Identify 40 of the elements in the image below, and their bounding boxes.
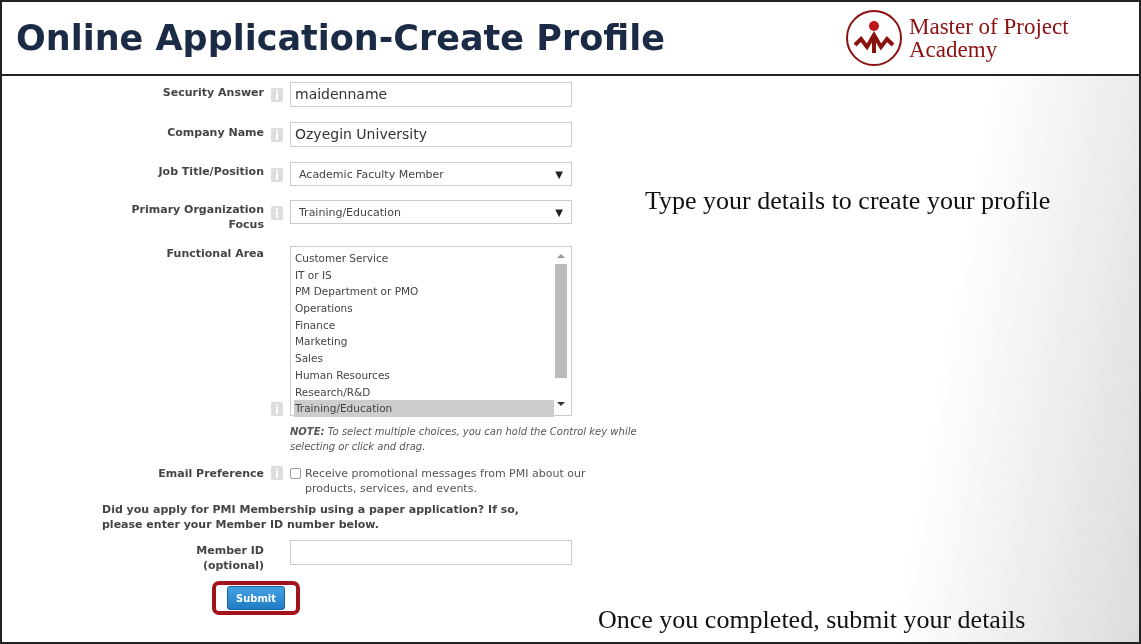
field-label: (optional) [201, 558, 264, 573]
field-label: Member ID [195, 543, 264, 558]
field-label: Primary Organization Focus [130, 202, 264, 232]
list-option[interactable]: Marketing [294, 333, 554, 351]
note-text: NOTE: To select multiple choices, you can hold the Control key while selecting or click and drag. [290, 425, 638, 454]
list-option[interactable]: Research/R&D [294, 383, 554, 401]
info-icon[interactable] [271, 88, 283, 102]
field-label: Functional Area [165, 246, 264, 261]
list-option[interactable]: IT or IS [294, 266, 554, 284]
field-label: Company Name [167, 126, 264, 139]
list-option[interactable]: Finance [294, 316, 554, 334]
info-icon[interactable] [271, 128, 283, 142]
info-icon[interactable] [271, 402, 283, 416]
field-label: Security Answer [162, 86, 264, 99]
checkbox-label: Receive promotional messages from PMI about our products, services, and events. [305, 466, 587, 496]
text-field[interactable]: Ozyegin University [290, 122, 572, 147]
dropdown-field[interactable]: Academic Faculty Member ▼ [290, 162, 572, 186]
list-box[interactable]: Customer Service IT or IS PM Department or PMO Operations Finance Marketing Sales Human Resources Research/R&D Training/Education [290, 246, 572, 416]
question-text: Did you apply for PMI Membership using a paper application? If so, please enter your Member ID number below. [102, 502, 521, 532]
checkbox[interactable] [290, 468, 301, 479]
info-icon[interactable] [271, 206, 283, 220]
text-field[interactable]: maidenname [290, 82, 572, 107]
callout-text: Type your details to create your profile [645, 185, 1052, 217]
slide-title: Online Application-Create Profile [16, 18, 665, 58]
list-option[interactable]: Customer Service [294, 250, 554, 267]
text-field[interactable] [290, 540, 572, 565]
list-option[interactable]: PM Department or PMO [294, 283, 554, 301]
logo-text: Master of Project Academy [909, 15, 1070, 61]
list-option[interactable]: Operations [294, 300, 554, 317]
list-option[interactable]: Sales [294, 350, 554, 367]
field-label: Job Title/Position [157, 164, 264, 179]
list-option[interactable]: Human Resources [294, 366, 554, 384]
info-icon[interactable] [271, 168, 283, 182]
callout-text: Once you completed, submit your details [598, 604, 1027, 636]
list-option[interactable]: Training/Education [294, 400, 554, 417]
logo-icon [845, 9, 903, 67]
submit-button[interactable]: Submit [227, 586, 285, 610]
info-icon[interactable] [271, 466, 283, 480]
field-label: Email Preference [157, 466, 264, 481]
dropdown-field[interactable]: Training/Education ▼ [290, 200, 572, 224]
